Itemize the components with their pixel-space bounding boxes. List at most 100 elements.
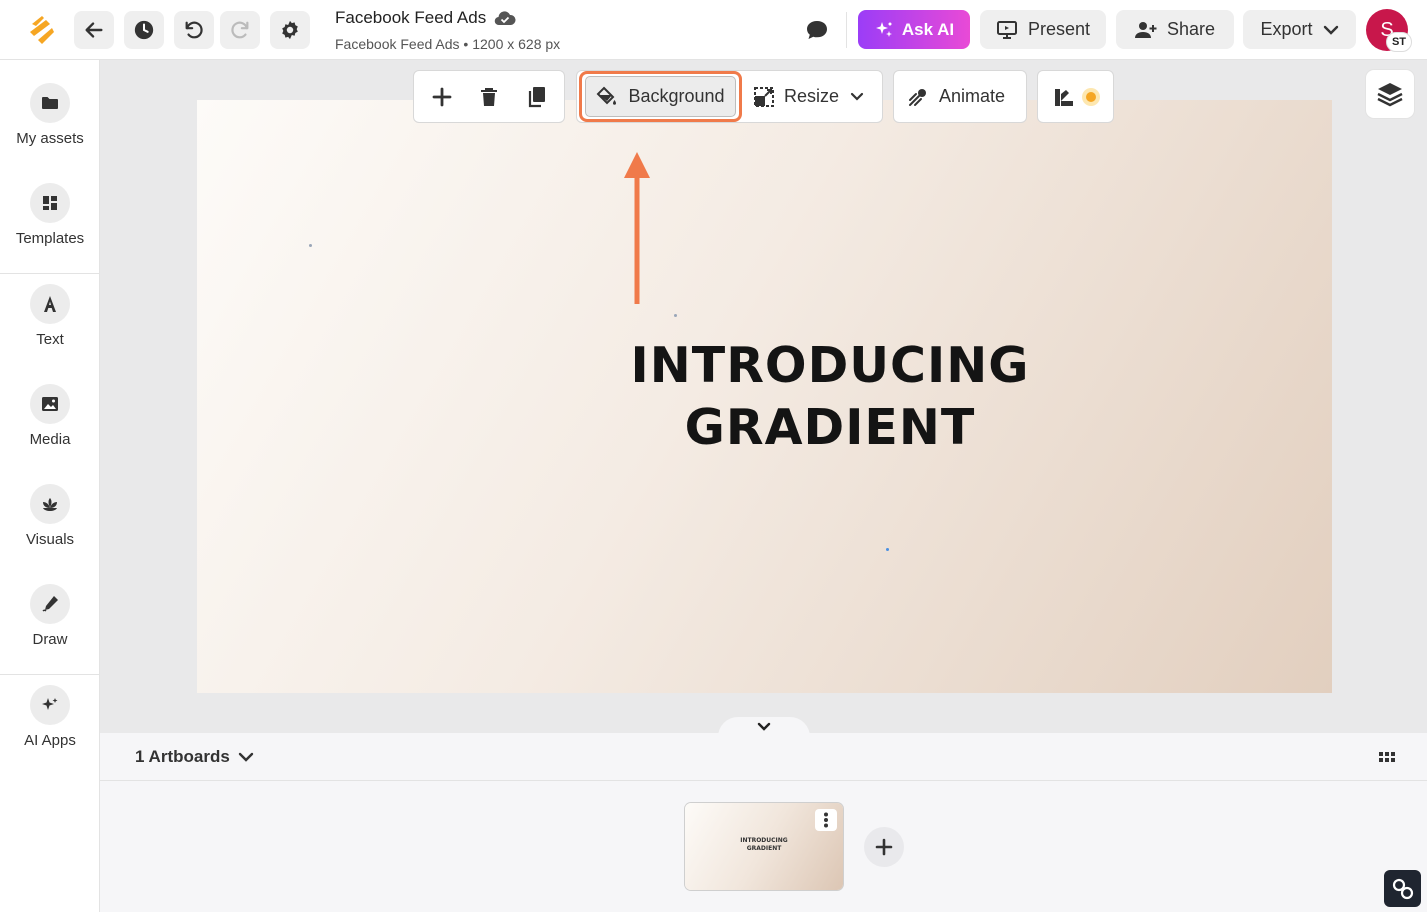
share-label: Share — [1166, 19, 1216, 39]
animate-label: Animate — [939, 86, 1006, 106]
artboards-dropdown[interactable]: 1 Artboards — [135, 747, 254, 767]
sidebar-item-label: Visuals — [25, 531, 75, 548]
sidebar-divider — [0, 674, 100, 675]
left-sidebar: My assets Templates Text Media Visuals D… — [0, 60, 100, 912]
settings-button[interactable] — [270, 11, 310, 49]
sidebar-icon-wrap — [30, 183, 70, 223]
document-title-text: Facebook Feed Ads — [335, 8, 487, 27]
cloud-saved-icon — [494, 11, 516, 26]
resize-icon — [754, 87, 774, 107]
image-icon — [42, 397, 58, 411]
background-button[interactable]: Background — [585, 76, 736, 117]
grid-view-icon[interactable] — [1377, 747, 1397, 767]
add-user-icon — [1134, 21, 1157, 38]
chevron-down-icon — [850, 92, 864, 101]
back-button[interactable] — [74, 11, 114, 49]
ask-ai-button[interactable]: Ask AI — [858, 10, 970, 49]
headline-line-2: GRADIENT — [684, 399, 976, 456]
sun-icon — [1079, 85, 1103, 109]
app-logo-icon[interactable] — [26, 14, 58, 46]
sidebar-item-draw[interactable]: Draw — [0, 584, 100, 648]
canvas-dot — [886, 548, 889, 551]
sidebar-item-label: My assets — [16, 130, 84, 147]
trash-icon — [481, 88, 497, 106]
undo-button[interactable] — [174, 11, 214, 49]
sidebar-item-media[interactable]: Media — [0, 384, 100, 448]
resize-label: Resize — [784, 86, 840, 106]
chevron-down-icon — [1323, 25, 1338, 35]
export-button[interactable]: Export — [1243, 10, 1356, 49]
artboard-thumbnail[interactable]: INTRODUCING GRADIENT — [685, 803, 843, 890]
sidebar-item-ai-apps[interactable]: AI Apps — [0, 685, 100, 749]
link-icon — [1392, 878, 1413, 899]
sidebar-item-text[interactable]: Text — [0, 284, 100, 348]
thumbnail-menu-button[interactable] — [815, 809, 837, 831]
annotation-arrow-icon — [624, 152, 650, 304]
templates-icon — [43, 196, 57, 210]
sparkle-icon — [42, 698, 58, 710]
animate-icon-wrap — [906, 85, 930, 109]
share-button[interactable]: Share — [1116, 10, 1234, 49]
sidebar-divider — [0, 273, 100, 274]
redo-button[interactable] — [220, 11, 260, 49]
add-button[interactable] — [430, 85, 454, 109]
plus-icon — [875, 838, 893, 856]
top-bar: Facebook Feed Ads Facebook Feed Ads • 12… — [0, 0, 1427, 60]
layers-icon — [1377, 83, 1403, 107]
sidebar-icon-wrap — [30, 83, 70, 123]
avatar-badge: ST — [1386, 32, 1412, 52]
more-vertical-icon — [824, 812, 828, 828]
headline-line-1: INTRODUCING — [630, 337, 1030, 394]
pen-icon — [42, 596, 58, 612]
text-icon — [44, 296, 56, 312]
ask-ai-label: Ask AI — [901, 19, 955, 39]
export-label: Export — [1260, 19, 1313, 39]
sidebar-icon-wrap — [30, 685, 70, 725]
folder-icon — [42, 97, 58, 109]
document-subtitle: Facebook Feed Ads • 1200 x 628 px — [335, 36, 561, 52]
palette-icon — [1055, 89, 1073, 106]
duplicate-button[interactable] — [525, 85, 549, 109]
sidebar-item-my-assets[interactable]: My assets — [0, 83, 100, 147]
collapse-panel-button[interactable] — [718, 717, 810, 737]
sidebar-item-label: AI Apps — [24, 732, 76, 749]
history-button[interactable] — [124, 11, 164, 49]
sidebar-item-label: Draw — [32, 631, 68, 648]
clock-icon — [134, 20, 154, 40]
resize-icon-wrap[interactable] — [752, 85, 776, 109]
present-button[interactable]: Present — [980, 10, 1106, 49]
resize-dropdown[interactable] — [845, 85, 869, 109]
comet-icon — [909, 89, 926, 106]
sidebar-icon-wrap — [30, 384, 70, 424]
sparkle-icon — [875, 21, 892, 37]
thumbnail-line-2: GRADIENT — [746, 845, 782, 852]
chevron-down-icon — [757, 722, 771, 731]
headline-text[interactable]: INTRODUCING GRADIENT — [600, 335, 1060, 459]
sidebar-icon-wrap — [30, 484, 70, 524]
comments-button[interactable] — [800, 14, 834, 46]
add-artboard-button[interactable] — [864, 827, 904, 867]
redo-icon — [231, 21, 249, 39]
comment-icon — [807, 21, 827, 39]
palette-icon-wrap — [1052, 85, 1076, 109]
plus-icon — [432, 87, 452, 107]
link-button[interactable] — [1384, 870, 1421, 907]
background-label: Background — [628, 86, 725, 106]
document-title[interactable]: Facebook Feed Ads — [335, 8, 516, 28]
presentation-icon — [996, 20, 1017, 39]
thumbnail-text: INTRODUCING GRADIENT — [685, 837, 843, 853]
sidebar-icon-wrap — [30, 584, 70, 624]
sidebar-item-visuals[interactable]: Visuals — [0, 484, 100, 548]
gear-icon — [282, 20, 298, 40]
sidebar-item-templates[interactable]: Templates — [0, 183, 100, 247]
canvas-dot — [309, 244, 312, 247]
chevron-down-icon — [238, 752, 253, 762]
delete-button[interactable] — [477, 85, 501, 109]
artboards-count-label: 1 Artboards — [135, 747, 230, 766]
arrow-left-icon — [85, 22, 103, 38]
layers-button[interactable] — [1366, 70, 1414, 118]
undo-icon — [185, 21, 203, 39]
paint-bucket-icon — [597, 86, 617, 105]
present-label: Present — [1027, 19, 1091, 39]
resize-button[interactable]: Resize — [784, 86, 839, 107]
